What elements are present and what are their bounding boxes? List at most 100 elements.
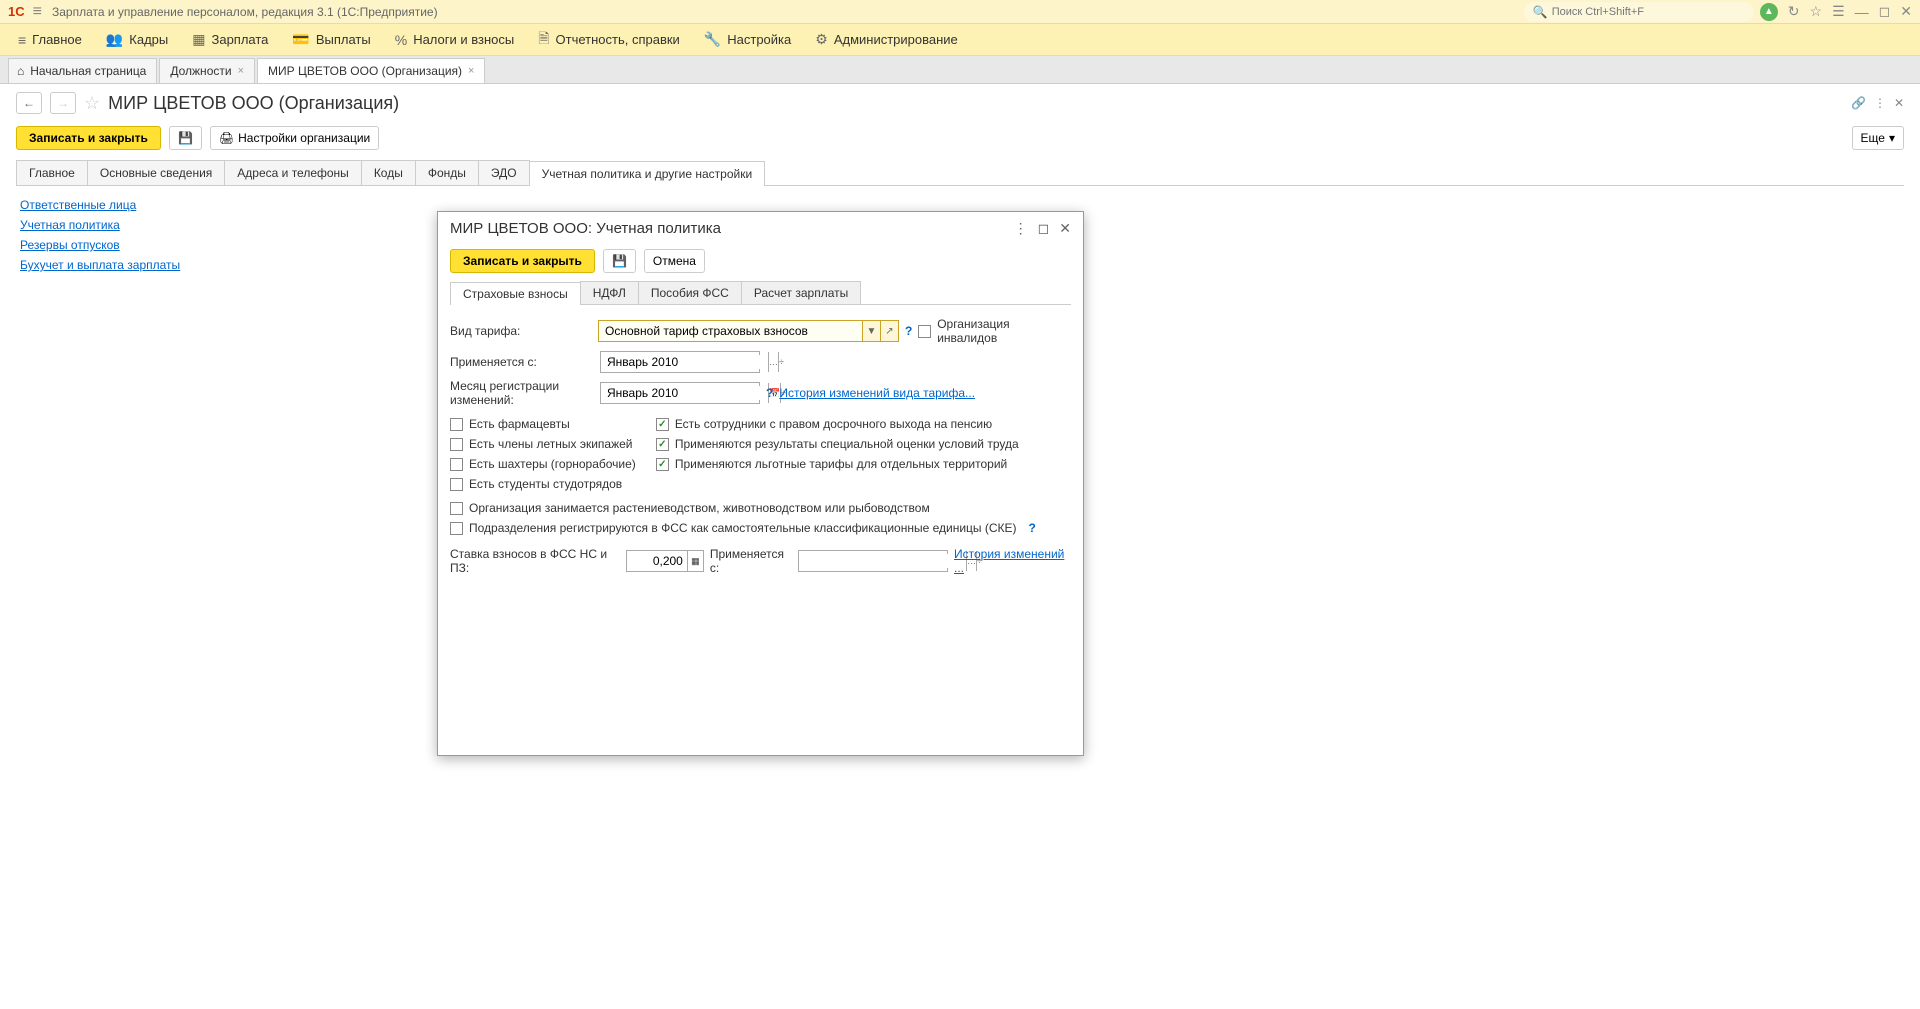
minimize-icon[interactable]: — — [1855, 4, 1869, 20]
ptab-addr[interactable]: Адреса и телефоны — [224, 160, 362, 185]
ptab-policy[interactable]: Учетная политика и другие настройки — [529, 161, 766, 186]
mtab-calc[interactable]: Расчет зарплаты — [741, 281, 861, 304]
save-close-button[interactable]: Записать и закрыть — [16, 126, 161, 150]
checkbox[interactable] — [450, 522, 463, 535]
page-toolbar: Записать и закрыть 💾 🖨 Настройки организ… — [0, 122, 1920, 160]
help-icon[interactable]: ? — [1029, 521, 1036, 535]
close-icon[interactable]: ✕ — [1900, 3, 1912, 20]
checkbox[interactable] — [450, 438, 463, 451]
date-ellipsis-icon[interactable]: … — [768, 352, 778, 372]
check-col-right: Есть сотрудники с правом досрочного выхо… — [656, 417, 1019, 491]
close-page-icon[interactable]: ✕ — [1894, 96, 1904, 110]
miners-check[interactable]: Есть шахтеры (горнорабочие) — [450, 457, 636, 471]
ptab-main[interactable]: Главное — [16, 160, 88, 185]
people-icon: 👥 — [106, 31, 123, 48]
students-check[interactable]: Есть студенты студотрядов — [450, 477, 636, 491]
preferential-check[interactable]: Применяются льготные тарифы для отдельны… — [656, 457, 1019, 471]
fss-rate-numbox[interactable]: ▦ — [626, 550, 704, 572]
menu-reports[interactable]: 🗎Отчетность, справки — [528, 24, 690, 56]
checkbox[interactable] — [656, 458, 669, 471]
fss-rate-input[interactable] — [627, 551, 687, 571]
combo-open-icon[interactable]: ↗ — [880, 321, 898, 341]
applies-from-datebox[interactable]: … ÷ — [600, 351, 760, 373]
link-responsible[interactable]: Ответственные лица — [20, 198, 1900, 212]
date-stepper-icon[interactable]: ÷ — [778, 352, 784, 372]
modal-header: МИР ЦВЕТОВ ООО: Учетная политика ⋮ ◻ ✕ — [438, 212, 1083, 245]
hamburger-icon[interactable]: ≡ — [33, 3, 42, 21]
applies-from-input[interactable] — [601, 355, 768, 369]
ptab-edo[interactable]: ЭДО — [478, 160, 530, 185]
menu-settings[interactable]: 🔧Настройка — [694, 27, 801, 52]
applies-from2-input[interactable] — [799, 554, 966, 568]
help-icon[interactable]: ? — [905, 324, 912, 338]
star-icon[interactable]: ☆ — [1810, 3, 1823, 20]
change-month-datebox[interactable]: 📅 ÷ — [600, 382, 760, 404]
tariff-input[interactable] — [599, 324, 862, 338]
modal-title: МИР ЦВЕТОВ ООО: Учетная политика — [450, 220, 1004, 237]
menu-payments[interactable]: 💳Выплаты — [282, 27, 380, 52]
menu-admin[interactable]: ⚙Администрирование — [805, 27, 968, 52]
applies-from2-datebox[interactable]: … ÷ — [798, 550, 948, 572]
pharmacists-check[interactable]: Есть фармацевты — [450, 417, 636, 431]
nav-forward-button[interactable]: → — [50, 92, 76, 114]
ptab-codes[interactable]: Коды — [361, 160, 416, 185]
favorite-star-icon[interactable]: ☆ — [84, 93, 100, 114]
tab-home[interactable]: ⌂ Начальная страница — [8, 58, 157, 83]
modal-cancel-button[interactable]: Отмена — [644, 249, 705, 273]
change-month-input[interactable] — [601, 386, 768, 400]
farming-check[interactable]: Организация занимается растениеводством,… — [450, 501, 1071, 515]
accounting-policy-modal: МИР ЦВЕТОВ ООО: Учетная политика ⋮ ◻ ✕ З… — [437, 211, 1084, 756]
search-box[interactable]: 🔍 — [1524, 2, 1754, 22]
menu-personnel[interactable]: 👥Кадры — [96, 27, 178, 52]
menu-taxes[interactable]: %Налоги и взносы — [385, 28, 525, 52]
modal-save-close-button[interactable]: Записать и закрыть — [450, 249, 595, 273]
invalid-org-checkbox[interactable] — [918, 325, 931, 338]
calc-icon[interactable]: ▦ — [687, 551, 703, 571]
modal-maximize-icon[interactable]: ◻ — [1038, 220, 1050, 237]
mtab-fss[interactable]: Пособия ФСС — [638, 281, 742, 304]
mtab-insurance[interactable]: Страховые взносы — [450, 282, 581, 305]
tab-close-icon[interactable]: × — [238, 65, 244, 77]
history-icon[interactable]: ↻ — [1788, 3, 1800, 20]
early-pension-check[interactable]: Есть сотрудники с правом досрочного выхо… — [656, 417, 1019, 431]
checkbox[interactable] — [450, 458, 463, 471]
checkbox[interactable] — [656, 418, 669, 431]
special-assessment-check[interactable]: Применяются результаты специальной оценк… — [656, 437, 1019, 451]
search-input[interactable] — [1552, 6, 1745, 18]
org-settings-button[interactable]: 🖨 Настройки организации — [210, 126, 379, 150]
fss-units-check[interactable]: Подразделения регистрируются в ФСС как с… — [450, 521, 1071, 535]
tab-close-icon[interactable]: × — [468, 65, 474, 77]
settings-menu-icon[interactable]: ☰ — [1832, 3, 1845, 20]
kebab-icon[interactable]: ⋮ — [1874, 96, 1886, 110]
history-tariff-link[interactable]: История изменений вида тарифа... — [779, 386, 975, 400]
combo-dropdown-icon[interactable]: ▼ — [862, 321, 880, 341]
checkbox[interactable] — [450, 418, 463, 431]
notification-icon[interactable]: ▲ — [1760, 3, 1778, 21]
mtab-ndfl[interactable]: НДФЛ — [580, 281, 639, 304]
menu-salary[interactable]: ▦Зарплата — [182, 27, 278, 52]
save-button[interactable]: 💾 — [169, 126, 202, 150]
applies-from-label: Применяется с: — [450, 355, 600, 369]
checkbox[interactable] — [450, 478, 463, 491]
maximize-icon[interactable]: ◻ — [1879, 3, 1891, 20]
tab-org[interactable]: МИР ЦВЕТОВ ООО (Организация) × — [257, 58, 485, 83]
nav-back-button[interactable]: ← — [16, 92, 42, 114]
link-icon[interactable]: 🔗 — [1851, 96, 1866, 110]
search-icon: 🔍 — [1533, 5, 1548, 19]
tariff-combo[interactable]: ▼ ↗ — [598, 320, 899, 342]
modal-save-button[interactable]: 💾 — [603, 249, 636, 273]
help-icon[interactable]: ? — [766, 386, 773, 400]
ptab-funds[interactable]: Фонды — [415, 160, 479, 185]
modal-kebab-icon[interactable]: ⋮ — [1014, 220, 1028, 237]
history-link[interactable]: История изменений ... — [954, 547, 1071, 575]
more-button[interactable]: Еще ▾ — [1852, 126, 1904, 150]
flight-crew-check[interactable]: Есть члены летных экипажей — [450, 437, 636, 451]
modal-close-icon[interactable]: ✕ — [1059, 220, 1071, 237]
ptab-basic[interactable]: Основные сведения — [87, 160, 225, 185]
menu-main[interactable]: ≡Главное — [8, 28, 92, 52]
invalid-org-checkbox-group[interactable]: Организация инвалидов — [918, 317, 1071, 345]
checkbox[interactable] — [656, 438, 669, 451]
change-month-label: Месяц регистрации изменений: — [450, 379, 600, 407]
checkbox[interactable] — [450, 502, 463, 515]
tab-positions[interactable]: Должности × — [159, 58, 255, 83]
